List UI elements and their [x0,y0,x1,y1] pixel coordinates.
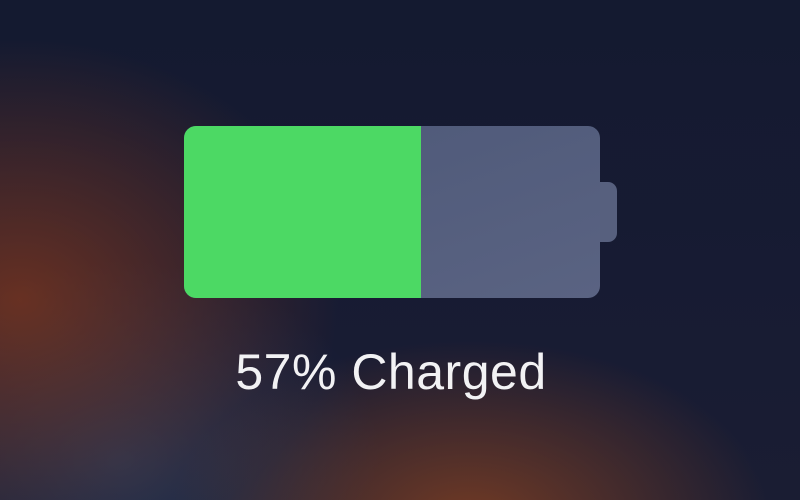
battery-icon [184,126,600,298]
charge-status-label: 57% Charged [235,344,547,400]
battery-charge-fill [184,126,422,298]
battery-terminal-cap [600,182,617,242]
